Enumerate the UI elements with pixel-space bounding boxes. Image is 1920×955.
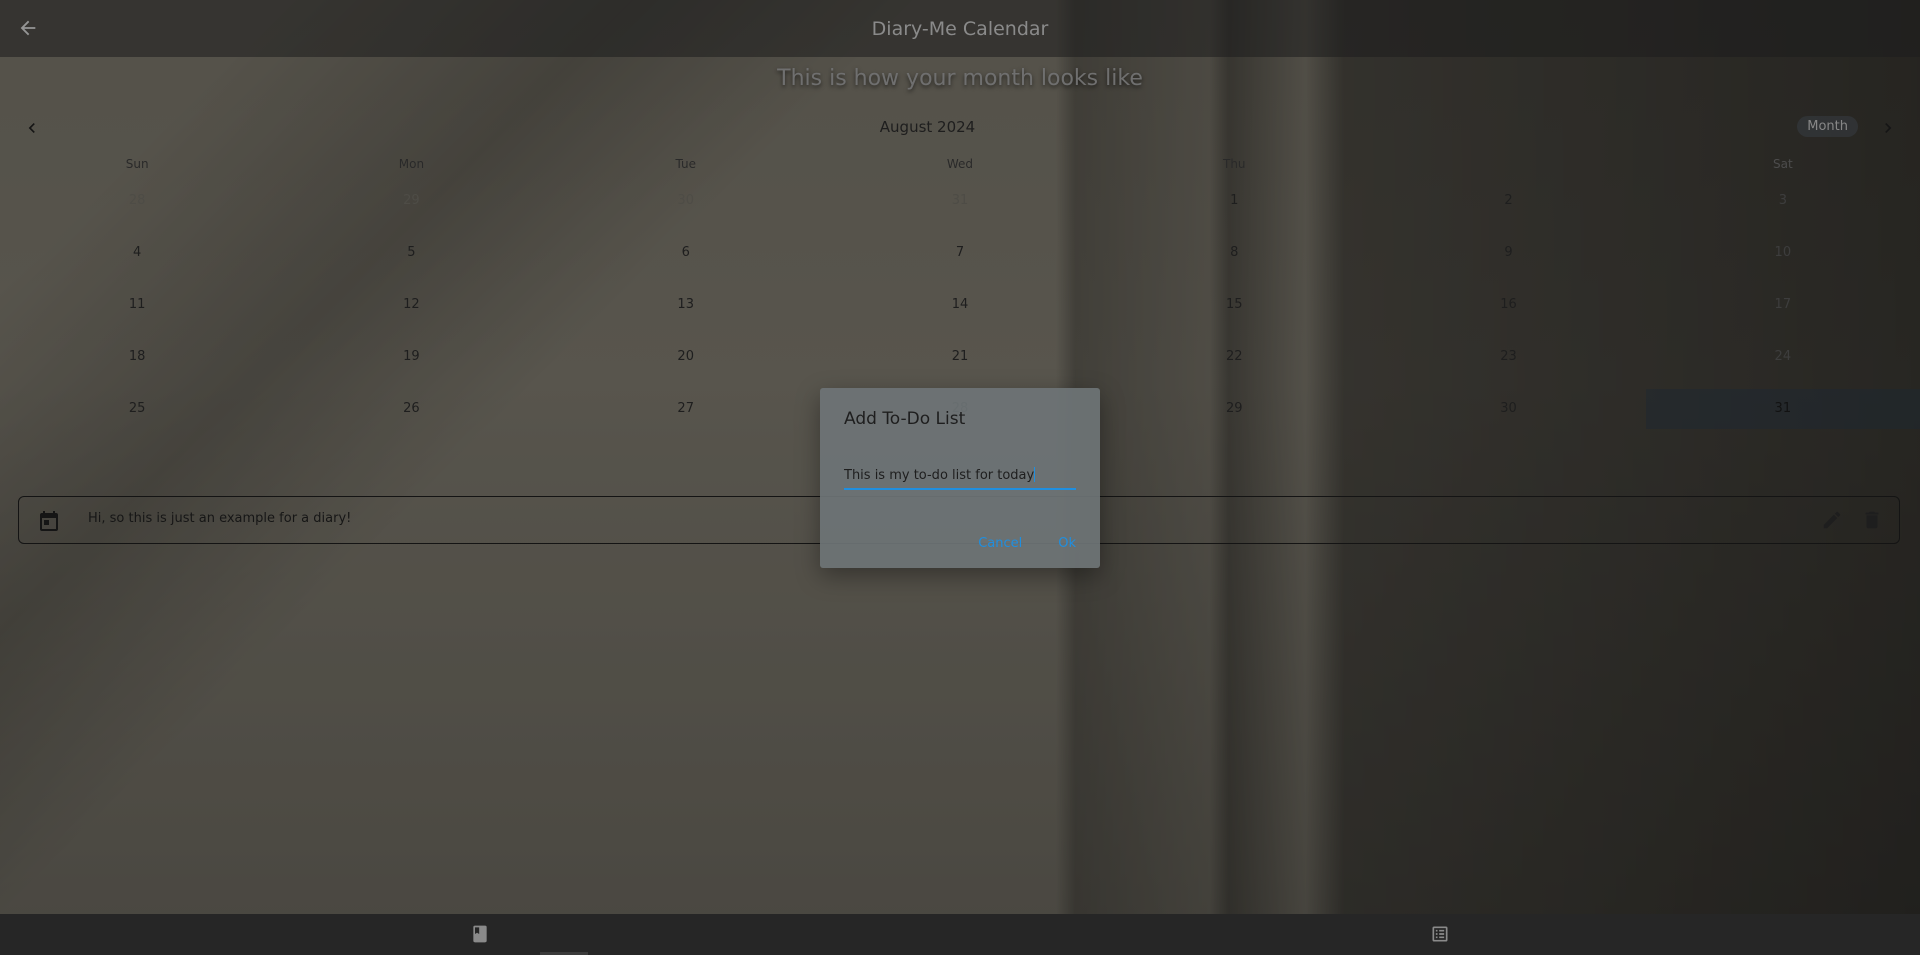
add-todo-dialog: Add To-Do List This is my to-do list for… <box>820 388 1100 568</box>
todo-input-value: This is my to-do list for today <box>844 468 1035 483</box>
dialog-title: Add To-Do List <box>844 409 966 429</box>
ok-button[interactable]: Ok <box>1058 536 1076 551</box>
text-caret <box>1034 467 1036 482</box>
todo-input[interactable]: This is my to-do list for today <box>844 464 1076 490</box>
dialog-actions: Cancel Ok <box>978 536 1076 551</box>
list-icon[interactable] <box>1430 924 1450 944</box>
cancel-button[interactable]: Cancel <box>978 536 1022 551</box>
book-icon[interactable] <box>470 924 490 944</box>
bottom-nav-bar <box>0 914 1920 955</box>
